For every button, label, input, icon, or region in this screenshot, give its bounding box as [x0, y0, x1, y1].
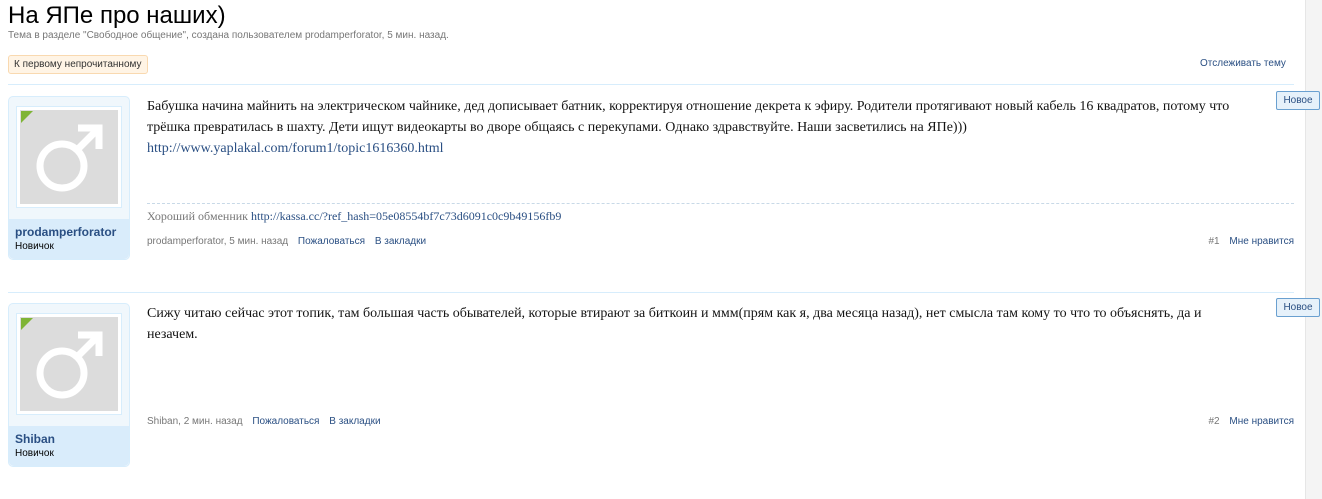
user-panel: prodamperforator Новичок	[8, 96, 130, 260]
male-symbol-icon	[36, 331, 103, 399]
user-info: Shiban Новичок	[9, 426, 129, 466]
post-meta: prodamperforator, 5 мин. назад Пожаловат…	[147, 236, 426, 247]
post-actions: #1 Мне нравится	[1208, 236, 1294, 247]
username-link[interactable]: Shiban	[15, 432, 55, 446]
post-author-time[interactable]: Shiban, 2 мин. назад	[147, 416, 243, 427]
header-divider	[8, 84, 1294, 85]
post-author-time[interactable]: prodamperforator, 5 мин. назад	[147, 236, 288, 247]
user-panel: Shiban Новичок	[8, 303, 130, 467]
online-indicator-icon	[21, 318, 33, 330]
user-title: Новичок	[15, 241, 54, 252]
report-link[interactable]: Пожаловаться	[252, 416, 319, 427]
online-indicator-icon	[21, 111, 33, 123]
like-link[interactable]: Мне нравится	[1229, 236, 1294, 247]
signature-divider	[147, 203, 1294, 204]
signature-link[interactable]: http://kassa.cc/?ref_hash=05e08554bf7c73…	[251, 209, 561, 223]
avatar[interactable]	[16, 313, 122, 415]
signature-text: Хороший обменник	[147, 209, 248, 223]
new-badge: Новое	[1276, 298, 1320, 317]
message-body: Бабушка начина майнить на электрическом …	[147, 96, 1237, 159]
male-symbol-icon	[36, 124, 103, 192]
bookmark-link[interactable]: В закладки	[375, 236, 426, 247]
post-2: Shiban Новичок Сижу читаю сейчас этот то…	[8, 303, 1294, 473]
post-1: prodamperforator Новичок Бабушка начина …	[8, 96, 1294, 266]
like-link[interactable]: Мне нравится	[1229, 416, 1294, 427]
page-title: На ЯПе про наших)	[8, 2, 226, 29]
new-badge: Новое	[1276, 91, 1320, 110]
post-number[interactable]: #2	[1208, 416, 1219, 427]
watch-thread-link[interactable]: Отслеживать тему	[1200, 58, 1286, 69]
message-link[interactable]: http://www.yaplakal.com/forum1/topic1616…	[147, 141, 444, 156]
username-link[interactable]: prodamperforator	[15, 225, 116, 239]
thread-description: Тема в разделе "Свободное общение", созд…	[8, 30, 449, 41]
post-meta: Shiban, 2 мин. назад Пожаловаться В закл…	[147, 416, 381, 427]
page-scrollbar[interactable]	[1305, 0, 1322, 499]
avatar[interactable]	[16, 106, 122, 208]
report-link[interactable]: Пожаловаться	[298, 236, 365, 247]
bookmark-link[interactable]: В закладки	[329, 416, 380, 427]
message-text: Сижу читаю сейчас этот топик, там больша…	[147, 306, 1202, 342]
first-unread-button[interactable]: К первому непрочитанному	[8, 55, 148, 74]
post-actions: #2 Мне нравится	[1208, 416, 1294, 427]
post-divider	[8, 292, 1294, 293]
message-text: Бабушка начина майнить на электрическом …	[147, 99, 1230, 135]
message-body: Сижу читаю сейчас этот топик, там больша…	[147, 303, 1237, 345]
post-number[interactable]: #1	[1208, 236, 1219, 247]
user-title: Новичок	[15, 448, 54, 459]
user-info: prodamperforator Новичок	[9, 219, 129, 259]
signature: Хороший обменник http://kassa.cc/?ref_ha…	[147, 209, 561, 224]
